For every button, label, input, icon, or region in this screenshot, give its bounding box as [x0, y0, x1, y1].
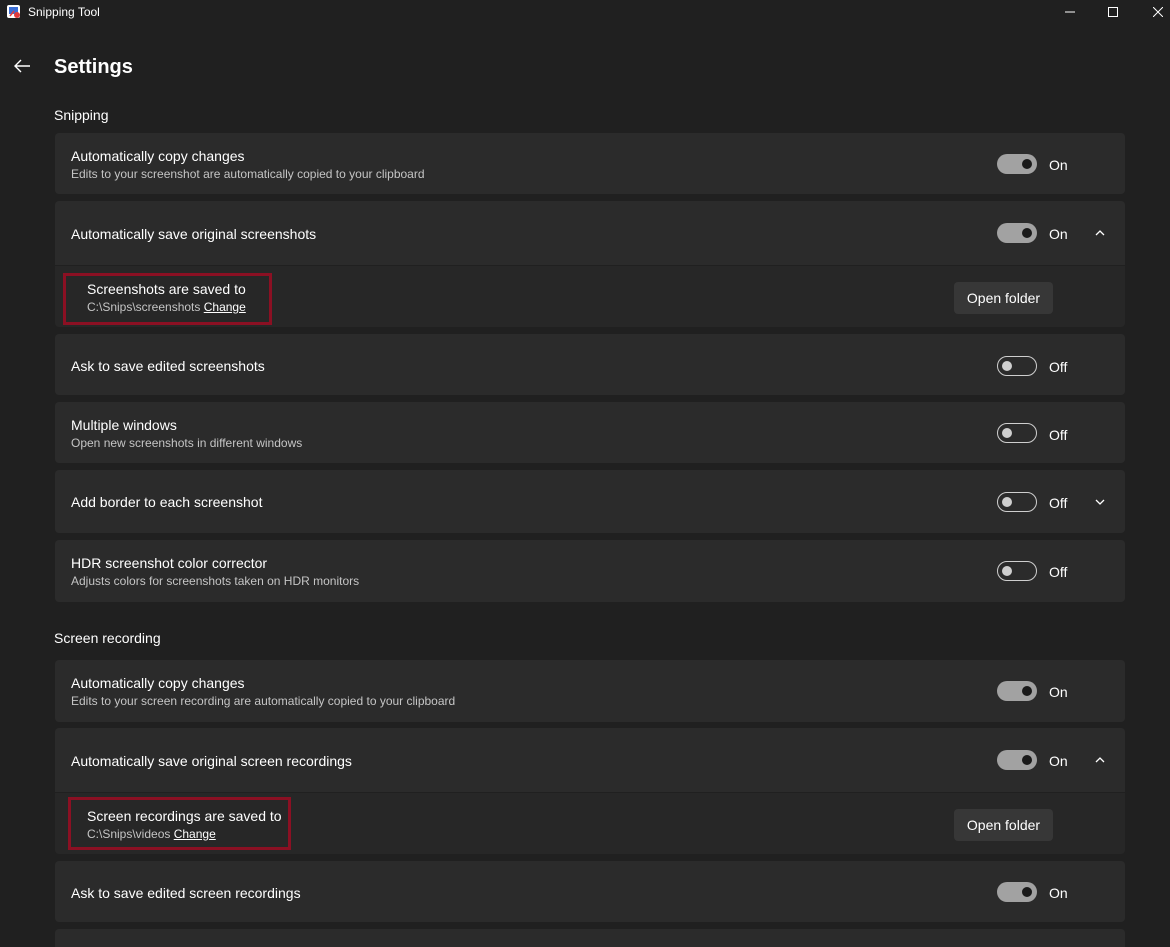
- title-bar: Snipping Tool: [0, 0, 1170, 24]
- toggle-knob: [1022, 755, 1032, 765]
- close-icon: [1153, 7, 1163, 17]
- setting-ask-save-screenshots: Ask to save edited screenshots Off: [55, 334, 1125, 395]
- highlight-box: [63, 273, 272, 325]
- toggle-state-label: Off: [1049, 495, 1068, 511]
- toggle-knob: [1022, 686, 1032, 696]
- multiple-windows-toggle[interactable]: [997, 423, 1037, 443]
- setting-label: Automatically copy changes: [71, 675, 245, 691]
- toggle-state-label: On: [1049, 226, 1068, 242]
- setting-label: HDR screenshot color corrector: [71, 555, 268, 571]
- toggle-state-label: On: [1049, 885, 1068, 901]
- setting-add-border[interactable]: Add border to each screenshot Off: [55, 470, 1125, 533]
- setting-label: Add border to each screenshot: [71, 494, 263, 510]
- chevron-up-icon[interactable]: [1093, 753, 1107, 767]
- back-button[interactable]: [8, 52, 36, 80]
- toggle-state-label: Off: [1049, 427, 1068, 443]
- setting-description: Adjusts colors for screenshots taken on …: [71, 574, 360, 588]
- setting-multiple-windows: Multiple windows Open new screenshots in…: [55, 402, 1125, 463]
- maximize-icon: [1108, 7, 1118, 17]
- minimize-icon: [1065, 11, 1075, 13]
- back-arrow-icon: [14, 59, 30, 73]
- toggle-state-label: Off: [1049, 359, 1068, 375]
- setting-label: Ask to save edited screen recordings: [71, 885, 301, 901]
- setting-auto-copy-screenshots: Automatically copy changes Edits to your…: [55, 133, 1125, 194]
- setting-description: Edits to your screenshot are automatical…: [71, 167, 425, 181]
- toggle-knob: [1002, 497, 1012, 507]
- toggle-knob: [1002, 361, 1012, 371]
- toggle-state-label: Off: [1049, 564, 1068, 580]
- toggle-knob: [1002, 428, 1012, 438]
- toggle-state-label: On: [1049, 157, 1068, 173]
- setting-hdr-color-corrector: HDR screenshot color corrector Adjusts c…: [55, 540, 1125, 602]
- auto-copy-recordings-toggle[interactable]: [997, 681, 1037, 701]
- toggle-knob: [1002, 566, 1012, 576]
- hdr-color-corrector-toggle[interactable]: [997, 561, 1037, 581]
- setting-label: Automatically copy changes: [71, 148, 245, 164]
- setting-auto-save-screenshots[interactable]: Automatically save original screenshots …: [55, 201, 1125, 265]
- auto-save-screenshots-toggle[interactable]: [997, 223, 1037, 243]
- setting-auto-copy-recordings: Automatically copy changes Edits to your…: [55, 660, 1125, 722]
- open-screenshots-folder-button[interactable]: Open folder: [954, 282, 1053, 314]
- setting-partial-card: [55, 929, 1125, 947]
- toggle-state-label: On: [1049, 684, 1068, 700]
- maximize-button[interactable]: [1090, 0, 1136, 24]
- snipping-tool-app-icon: [7, 5, 20, 18]
- setting-description: Edits to your screen recording are autom…: [71, 694, 456, 708]
- setting-label: Automatically save original screenshots: [71, 226, 317, 242]
- toggle-state-label: On: [1049, 753, 1068, 769]
- setting-label: Multiple windows: [71, 417, 177, 433]
- chevron-up-icon[interactable]: [1093, 226, 1107, 240]
- highlight-box: [68, 797, 291, 850]
- section-title-snipping: Snipping: [54, 107, 109, 123]
- setting-description: Open new screenshots in different window…: [71, 436, 303, 450]
- page-title: Settings: [54, 56, 133, 78]
- chevron-down-icon[interactable]: [1093, 495, 1107, 509]
- close-button[interactable]: [1135, 0, 1170, 24]
- setting-ask-save-recordings: Ask to save edited screen recordings On: [55, 861, 1125, 922]
- toggle-knob: [1022, 887, 1032, 897]
- window-title: Snipping Tool: [28, 5, 100, 19]
- ask-save-recordings-toggle[interactable]: [997, 882, 1037, 902]
- setting-label: Ask to save edited screenshots: [71, 358, 265, 374]
- setting-auto-save-recordings[interactable]: Automatically save original screen recor…: [55, 728, 1125, 792]
- ask-save-screenshots-toggle[interactable]: [997, 356, 1037, 376]
- auto-save-recordings-toggle[interactable]: [997, 750, 1037, 770]
- section-title-screen-recording: Screen recording: [54, 630, 161, 646]
- setting-label: Automatically save original screen recor…: [71, 753, 352, 769]
- add-border-toggle[interactable]: [997, 492, 1037, 512]
- toggle-knob: [1022, 228, 1032, 238]
- minimize-button[interactable]: [1047, 0, 1093, 24]
- toggle-knob: [1022, 159, 1032, 169]
- open-recordings-folder-button[interactable]: Open folder: [954, 809, 1053, 841]
- auto-copy-screenshots-toggle[interactable]: [997, 154, 1037, 174]
